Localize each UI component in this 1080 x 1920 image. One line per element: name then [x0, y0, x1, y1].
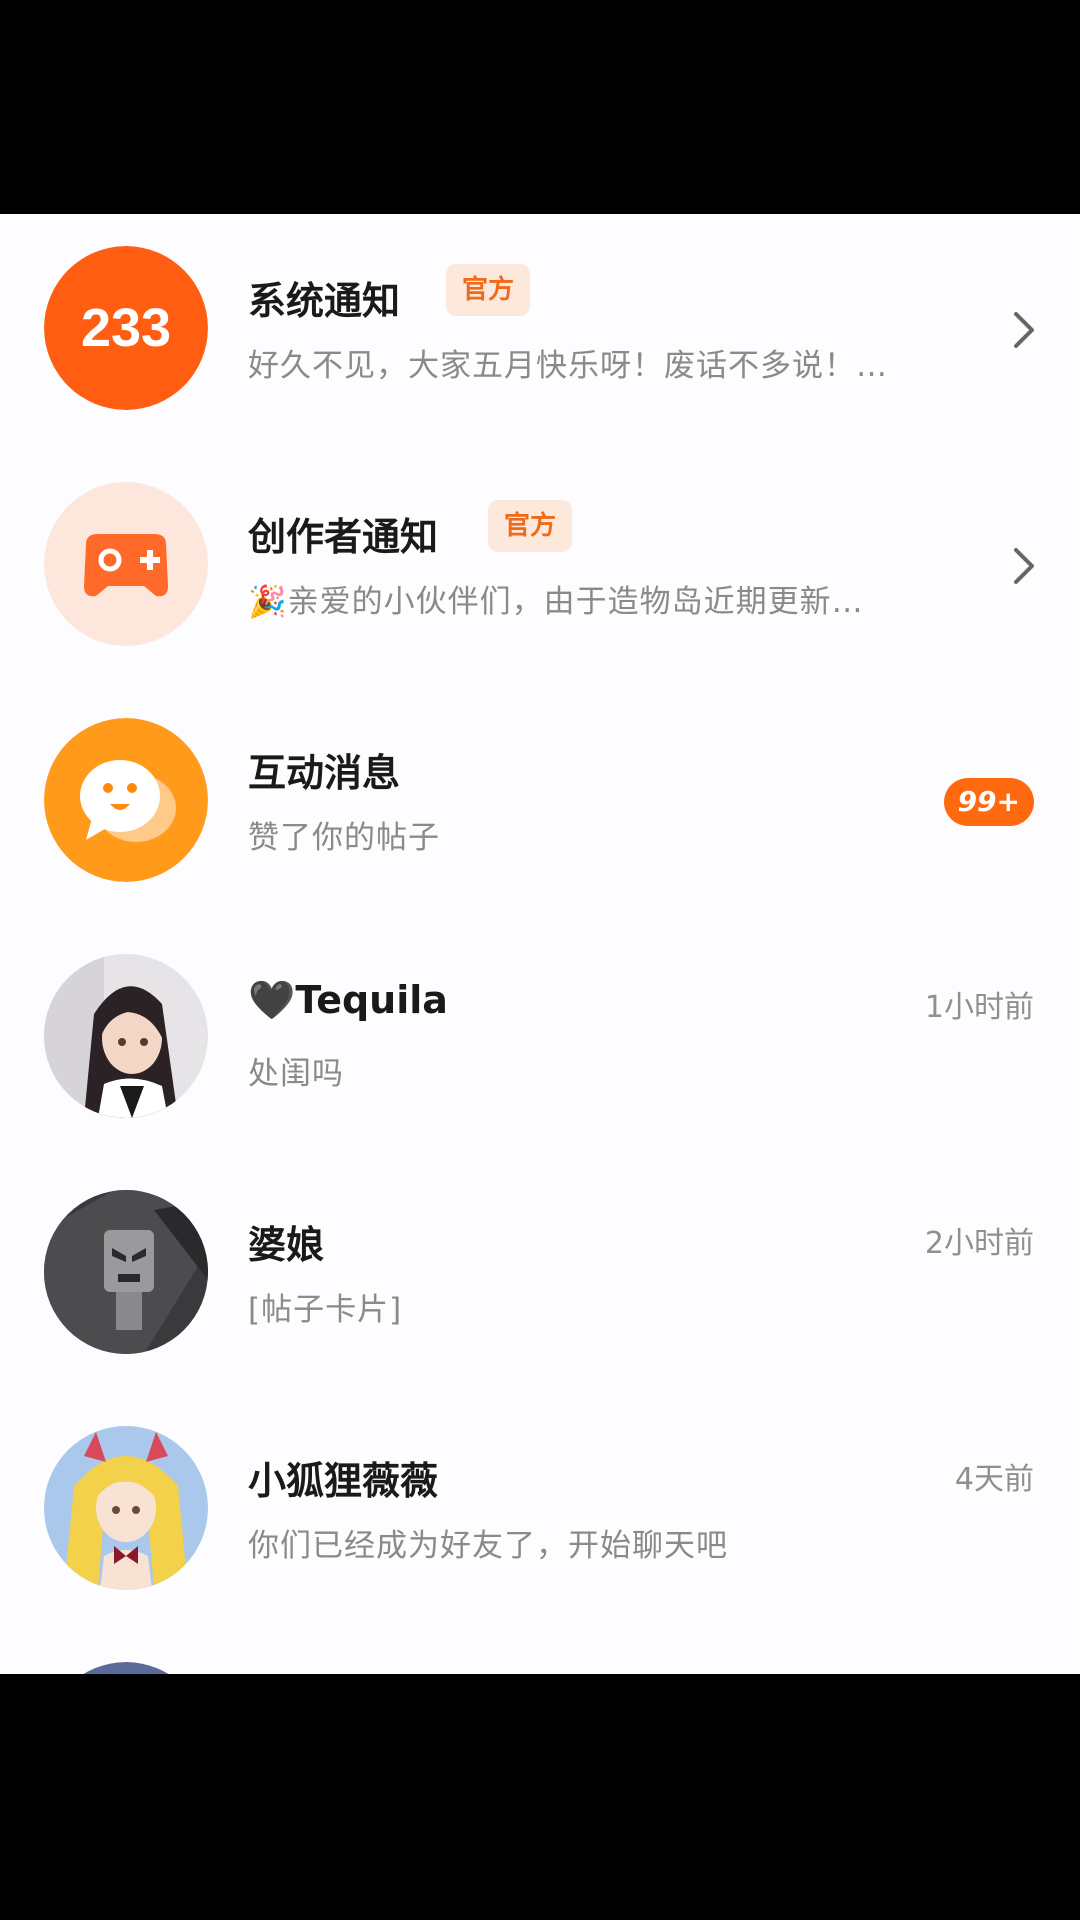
message-title: 婆娘	[248, 1223, 325, 1267]
message-title: 小狐狸薇薇	[248, 1459, 439, 1503]
party-popper-icon: 🎉	[248, 584, 288, 620]
message-title: 互动消息	[248, 751, 401, 795]
message-preview: [帖子卡片]	[248, 1292, 403, 1328]
message-title: 创作者通知	[248, 515, 439, 559]
message-item-system[interactable]: 233 系统通知 官方 好久不见，大家五月快乐呀！废话不多说！…	[0, 230, 1080, 430]
message-preview: 你们已经成为好友了，开始聊天吧	[248, 1528, 728, 1564]
chevron-right-icon	[1012, 310, 1036, 354]
official-badge: 官方	[488, 500, 573, 552]
message-preview: 🎉亲爱的小伙伴们，由于造物岛近期更新…	[248, 584, 864, 620]
message-item-xiaohuli[interactable]: 小狐狸薇薇 你们已经成为好友了，开始聊天吧 4天前	[0, 1410, 1080, 1610]
message-item-tequila[interactable]: 🖤Tequila 处闺吗 1小时前	[0, 938, 1080, 1138]
chat-bubble-smile-icon	[44, 718, 208, 882]
message-time: 1小时前	[924, 990, 1034, 1025]
message-item-poniang[interactable]: 婆娘 [帖子卡片] 2小时前	[0, 1174, 1080, 1374]
233-logo-icon: 233	[44, 246, 208, 410]
message-list-screen: 233 系统通知 官方 好久不见，大家五月快乐呀！废话不多说！… 创作者通知 官…	[0, 214, 1080, 1674]
svg-text:233: 233	[81, 298, 171, 358]
message-time: 4天前	[954, 1462, 1034, 1497]
user-avatar[interactable]	[44, 1190, 208, 1354]
user-avatar[interactable]	[44, 954, 208, 1118]
message-preview: 处闺吗	[248, 1056, 344, 1092]
chevron-right-icon	[1012, 546, 1036, 590]
message-title: 🖤Tequila	[248, 978, 448, 1022]
message-preview: 好久不见，大家五月快乐呀！废话不多说！…	[248, 348, 888, 384]
gamepad-icon	[44, 482, 208, 646]
message-item-partial[interactable]	[0, 1646, 1080, 1674]
message-item-creator[interactable]: 创作者通知 官方 🎉亲爱的小伙伴们，由于造物岛近期更新…	[0, 466, 1080, 666]
message-title: 系统通知	[248, 279, 401, 323]
message-time: 2小时前	[924, 1226, 1034, 1261]
user-avatar[interactable]	[44, 1426, 208, 1590]
message-item-interaction[interactable]: 互动消息 赞了你的帖子 99+	[0, 702, 1080, 902]
message-preview: 赞了你的帖子	[248, 820, 440, 856]
official-badge: 官方	[446, 264, 531, 316]
unread-count-badge: 99+	[943, 778, 1034, 826]
user-avatar[interactable]	[44, 1662, 208, 1674]
